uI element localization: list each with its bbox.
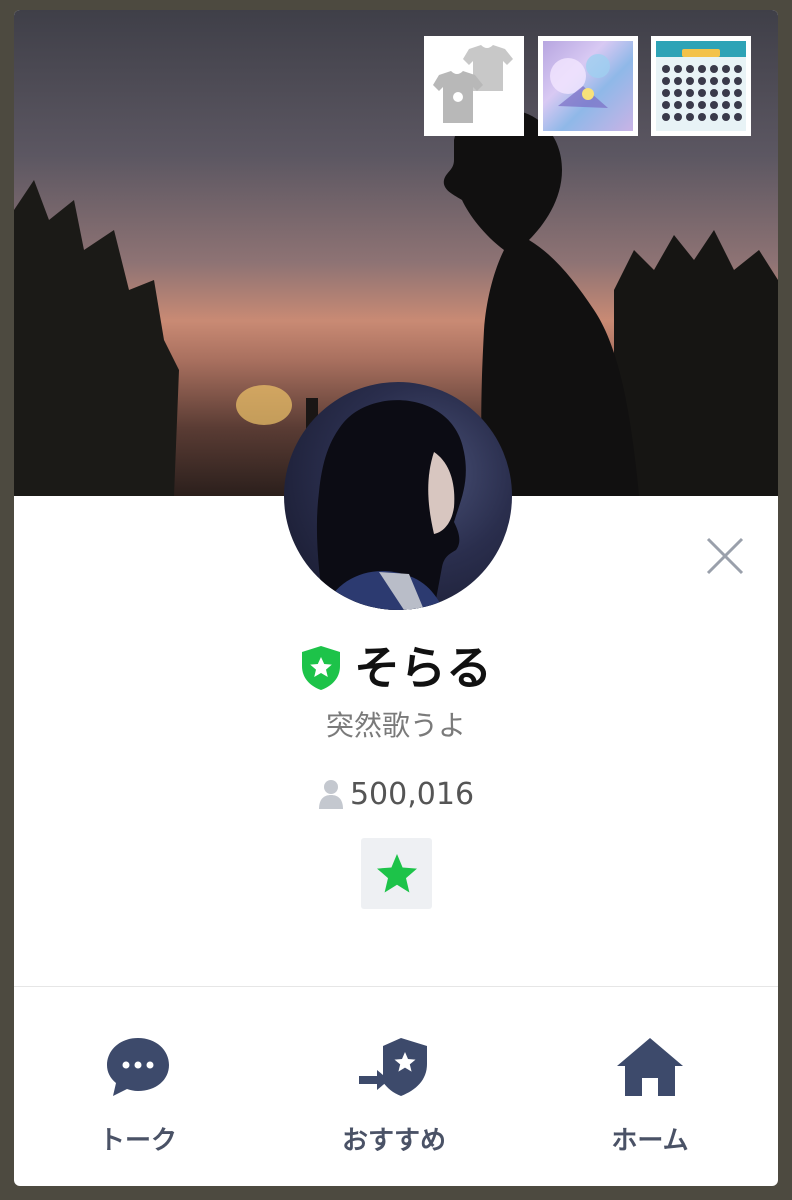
tab-bar-divider [14, 986, 778, 987]
tab-recommend-label: おすすめ [341, 1126, 446, 1156]
profile-name: そらる [354, 641, 492, 695]
house-icon [617, 1038, 683, 1096]
sticker-grid-image [662, 49, 742, 121]
close-button[interactable] [704, 535, 746, 577]
tab-recommend[interactable]: おすすめ [294, 1030, 494, 1170]
person-icon [318, 780, 343, 809]
cover-thumbnail-tshirts[interactable] [424, 36, 524, 136]
star-icon [376, 853, 417, 892]
chat-bubble-icon [107, 1038, 169, 1096]
favorite-button[interactable] [361, 838, 432, 909]
friend-count: 500,016 [14, 774, 778, 814]
close-x-icon [706, 537, 744, 575]
profile-avatar[interactable] [284, 382, 512, 610]
profile-card: そらる 突然歌うよ 500,016 トーク おすすめ ホーム [14, 10, 778, 1186]
tab-talk[interactable]: トーク [38, 1030, 238, 1170]
official-shield-star-icon [302, 646, 340, 690]
tab-home[interactable]: ホーム [550, 1030, 750, 1170]
tshirt-image [433, 45, 513, 123]
share-shield-icon [359, 1038, 427, 1096]
profile-name-row: そらる [14, 638, 778, 698]
friend-count-value: 500,016 [349, 776, 475, 812]
illustration-image [550, 54, 610, 108]
cover-thumbnail-sticker-ranking[interactable] [651, 36, 751, 136]
avatar-portrait-image [316, 400, 466, 610]
tab-talk-label: トーク [98, 1126, 177, 1156]
cover-thumbnail-illustration[interactable] [538, 36, 638, 136]
status-message: 突然歌うよ [325, 709, 466, 742]
tab-home-label: ホーム [611, 1126, 689, 1156]
